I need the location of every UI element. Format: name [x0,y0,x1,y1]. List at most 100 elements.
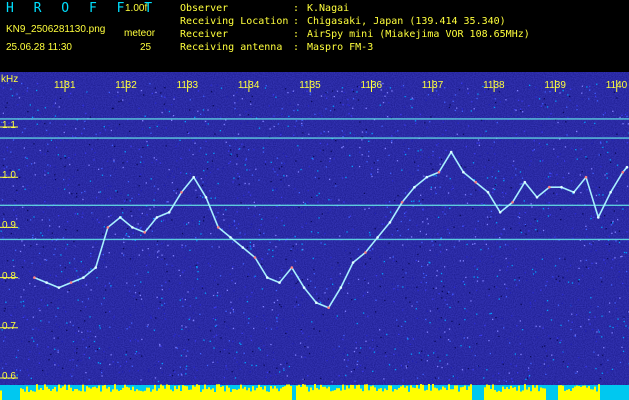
noise-dot [81,132,83,135]
noise-dot [324,243,326,245]
noise-dot [519,287,521,289]
noise-dot [514,109,516,111]
noise-dot [188,318,190,321]
noise-dot [239,114,241,116]
noise-dot [335,185,337,187]
noise-dot [388,102,390,104]
band-bar [64,384,66,400]
noise-dot [140,173,142,175]
noise-dot [233,94,235,97]
noise-dot [159,301,161,303]
noise-dot [381,273,384,275]
info-key: Receiving antenna [180,42,283,53]
noise-dot [99,362,101,365]
noise-dot [310,196,313,198]
noise-dot [618,241,621,244]
noise-dot [467,367,470,370]
noise-dot [589,311,591,313]
noise-dot [140,234,142,236]
noise-dot [401,325,403,328]
band-bar [76,388,78,400]
noise-dot [55,315,57,318]
noise-dot [316,194,318,197]
noise-dot [248,109,250,111]
noise-dot [601,315,603,317]
noise-dot [26,157,28,159]
noise-dot [503,327,505,329]
noise-dot [199,304,201,306]
noise-dot [438,310,440,312]
noise-dot [138,209,140,211]
noise-dot [602,194,604,196]
trace-point [266,276,269,279]
band-bar [576,385,578,400]
noise-dot [122,248,125,250]
noise-dot [140,281,142,283]
noise-dot [444,299,446,301]
noise-dot [76,347,78,350]
trace-point [625,165,629,169]
noise-dot [592,172,594,174]
noise-dot [23,260,26,262]
noise-dot [396,160,399,162]
noise-dot [347,98,349,101]
noise-dot [518,212,521,214]
noise-dot [166,270,168,273]
noise-dot [599,141,602,143]
noise-dot [69,262,71,264]
noise-dot [429,322,431,324]
noise-dot [617,318,619,320]
band-bar [88,387,90,400]
noise-dot [103,261,106,263]
noise-dot [362,312,365,314]
band-bar [370,386,372,400]
noise-dot [233,221,236,223]
noise-dot [233,177,235,179]
noise-dot [58,226,60,228]
noise-dot [262,120,264,122]
band-bar [50,390,52,400]
noise-dot [126,199,128,201]
noise-dot [302,92,305,94]
noise-dot [436,275,438,277]
noise-dot [604,215,606,217]
noise-dot [521,177,524,179]
x-tick-label: 1137 [421,80,444,91]
trace-point [155,216,159,219]
noise-dot [359,146,361,149]
noise-dot [539,364,541,366]
noise-dot [474,354,476,357]
noise-dot [140,156,142,158]
noise-dot [545,284,547,287]
noise-dot [276,240,278,242]
noise-dot [544,345,546,347]
noise-dot [326,143,329,145]
noise-dot [591,262,593,265]
noise-dot [189,289,191,291]
noise-dot [408,188,410,190]
noise-dot [76,196,78,198]
noise-dot [614,257,616,259]
noise-dot [275,289,277,292]
noise-dot [229,273,231,275]
noise-dot [603,259,605,261]
noise-dot [40,320,42,322]
noise-dot [217,237,219,239]
noise-dot [163,313,166,315]
noise-dot [44,153,46,155]
noise-dot [125,233,128,235]
noise-dot [486,177,489,179]
noise-dot [36,345,39,348]
noise-dot [487,208,490,211]
noise-dot [439,186,441,188]
band-bar [358,384,360,400]
noise-dot [261,263,263,265]
noise-dot [207,262,210,265]
noise-dot [180,157,182,160]
noise-dot [77,169,79,171]
noise-dot [245,111,247,113]
noise-dot [78,260,80,262]
noise-dot [184,121,186,123]
noise-dot [104,187,106,190]
noise-dot [436,270,438,272]
